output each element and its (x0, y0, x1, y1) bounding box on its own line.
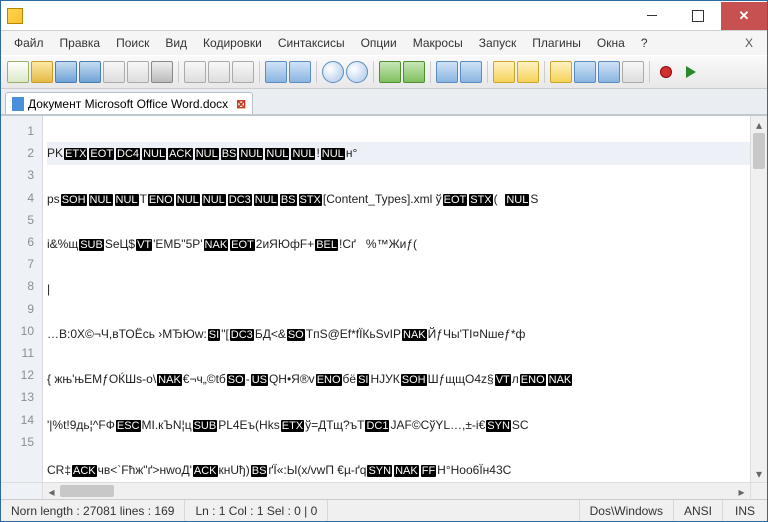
horizontal-scrollbar-row: ◂ ▸ (1, 482, 767, 499)
toolbar (1, 55, 767, 89)
menu-run[interactable]: Запуск (472, 33, 524, 53)
editor: 123456789101112131415 PKETXEOTDC4NULACKN… (1, 115, 767, 482)
scroll-thumb[interactable] (753, 133, 765, 169)
menu-close-x[interactable]: X (737, 33, 761, 53)
menubar: Файл Правка Поиск Вид Кодировки Синтакси… (1, 31, 767, 55)
sync-v-button[interactable] (436, 61, 458, 83)
folder-button[interactable] (622, 61, 644, 83)
paste-button[interactable] (232, 61, 254, 83)
new-file-button[interactable] (7, 61, 29, 83)
toolbar-sep (259, 61, 260, 83)
print-button[interactable] (151, 61, 173, 83)
menu-syntax[interactable]: Синтаксисы (271, 33, 352, 53)
scroll-down-icon[interactable]: ▾ (751, 465, 767, 482)
tab-close-icon[interactable]: ⊠ (236, 97, 246, 111)
sync-h-button[interactable] (460, 61, 482, 83)
toolbar-sep (430, 61, 431, 83)
undo-button[interactable] (265, 61, 287, 83)
menu-windows[interactable]: Окна (590, 33, 632, 53)
app-window: Файл Правка Поиск Вид Кодировки Синтакси… (0, 0, 768, 522)
save-button[interactable] (55, 61, 77, 83)
zoom-out-button[interactable] (403, 61, 425, 83)
save-all-button[interactable] (79, 61, 101, 83)
menu-options[interactable]: Опции (354, 33, 404, 53)
menu-edit[interactable]: Правка (53, 33, 108, 53)
zoom-in-button[interactable] (379, 61, 401, 83)
menu-encoding[interactable]: Кодировки (196, 33, 269, 53)
status-encoding[interactable]: ANSI (674, 500, 723, 521)
statusbar: Norn length : 27081 lines : 169 Ln : 1 C… (1, 499, 767, 521)
minimize-button[interactable] (629, 2, 675, 30)
toolbar-sep (487, 61, 488, 83)
tabbar: Документ Microsoft Office Word.docx ⊠ (1, 89, 767, 115)
line-gutter: 123456789101112131415 (1, 116, 43, 482)
close-all-button[interactable] (127, 61, 149, 83)
toolbar-sep (544, 61, 545, 83)
status-length: Norn length : 27081 lines : 169 (1, 500, 185, 521)
document-icon (12, 97, 24, 111)
menu-view[interactable]: Вид (158, 33, 194, 53)
scroll-left-icon[interactable]: ◂ (43, 483, 60, 500)
scroll-up-icon[interactable]: ▴ (751, 116, 767, 133)
code-area[interactable]: PKETXEOTDC4NULACKNULBSNULNULNUL!NULн° ps… (43, 116, 750, 482)
play-macro-button[interactable] (679, 61, 701, 83)
copy-button[interactable] (208, 61, 230, 83)
menu-help[interactable]: ? (634, 33, 655, 53)
menu-plugins[interactable]: Плагины (525, 33, 588, 53)
redo-button[interactable] (289, 61, 311, 83)
cut-button[interactable] (184, 61, 206, 83)
menu-macros[interactable]: Макросы (406, 33, 470, 53)
func-list-button[interactable] (598, 61, 620, 83)
open-file-button[interactable] (31, 61, 53, 83)
maximize-button[interactable] (675, 2, 721, 30)
toolbar-sep (178, 61, 179, 83)
scroll-right-icon[interactable]: ▸ (733, 483, 750, 500)
status-eol[interactable]: Dos\Windows (580, 500, 674, 521)
doc-map-button[interactable] (574, 61, 596, 83)
horizontal-scrollbar[interactable]: ◂ ▸ (43, 483, 750, 499)
toolbar-sep (649, 61, 650, 83)
document-tab[interactable]: Документ Microsoft Office Word.docx ⊠ (5, 92, 253, 114)
scroll-thumb[interactable] (60, 485, 114, 497)
find-button[interactable] (322, 61, 344, 83)
titlebar (1, 1, 767, 31)
show-all-button[interactable] (517, 61, 539, 83)
toolbar-sep (373, 61, 374, 83)
tab-label: Документ Microsoft Office Word.docx (28, 97, 228, 111)
close-file-button[interactable] (103, 61, 125, 83)
wrap-button[interactable] (493, 61, 515, 83)
toolbar-sep (316, 61, 317, 83)
status-ins[interactable]: INS (723, 500, 767, 521)
menu-file[interactable]: Файл (7, 33, 51, 53)
indent-guide-button[interactable] (550, 61, 572, 83)
app-icon (7, 8, 23, 24)
replace-button[interactable] (346, 61, 368, 83)
record-macro-button[interactable] (655, 61, 677, 83)
close-button[interactable] (721, 2, 767, 30)
status-position: Ln : 1 Col : 1 Sel : 0 | 0 (185, 500, 328, 521)
menu-search[interactable]: Поиск (109, 33, 156, 53)
vertical-scrollbar[interactable]: ▴ ▾ (750, 116, 767, 482)
